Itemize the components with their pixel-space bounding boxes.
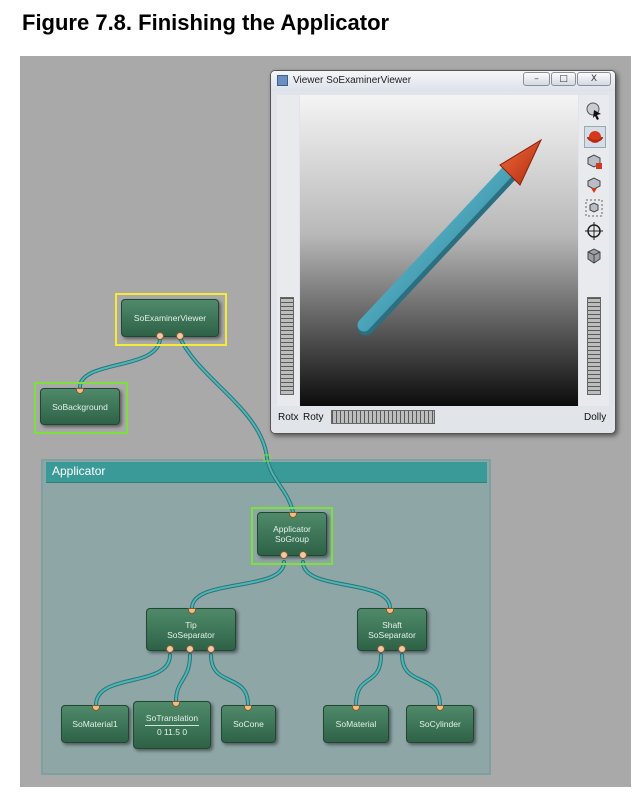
node-label: Applicator	[273, 524, 311, 534]
node-label: SoMaterial	[335, 719, 377, 729]
cylinder-shape	[357, 164, 519, 336]
output-port[interactable]	[176, 332, 184, 340]
node-divider	[145, 725, 199, 726]
home-button[interactable]	[584, 151, 604, 171]
node-type: SoSeparator	[167, 629, 215, 640]
view-all-button[interactable]	[584, 198, 604, 218]
maximize-button[interactable]: □	[551, 72, 576, 86]
figure-caption: Figure 7.8. Finishing the Applicator	[22, 10, 390, 35]
output-port[interactable]	[156, 332, 164, 340]
dolly-thumbwheel[interactable]	[587, 297, 601, 395]
output-port[interactable]	[207, 645, 215, 653]
viewer-title: Viewer SoExaminerViewer	[293, 75, 412, 86]
node-so-translation[interactable]: SoTranslation 0 11.5 0	[133, 701, 211, 749]
output-port[interactable]	[280, 551, 288, 559]
set-home-icon	[587, 177, 601, 193]
node-type: SoSeparator	[368, 629, 416, 640]
node-label: SoMaterial1	[72, 719, 118, 729]
minimize-icon: –	[534, 74, 539, 84]
app-window-icon	[277, 75, 288, 86]
rendered-model	[357, 138, 543, 336]
minimize-button[interactable]: –	[523, 72, 550, 86]
group-title: Applicator	[52, 464, 106, 478]
node-shaft-soseparator[interactable]: Shaft SoSeparator	[357, 608, 427, 651]
rotate-view-icon	[587, 131, 603, 143]
output-port[interactable]	[166, 645, 174, 653]
close-icon: X	[590, 74, 598, 84]
maximize-icon: □	[559, 74, 568, 84]
node-label: SoCylinder	[419, 719, 461, 729]
output-port[interactable]	[186, 645, 194, 653]
node-so-examiner-viewer[interactable]: SoExaminerViewer	[121, 299, 219, 337]
projection-button[interactable]	[584, 246, 604, 266]
render-area[interactable]	[300, 95, 578, 406]
roty-thumbwheel[interactable]	[331, 410, 435, 424]
view-all-icon	[585, 199, 603, 217]
group-header[interactable]	[46, 462, 487, 483]
node-type: SoGroup	[274, 534, 310, 544]
pick-arrow-icon	[586, 102, 601, 120]
rotx-thumbwheel[interactable]	[280, 297, 294, 395]
seek-icon	[585, 222, 603, 240]
pick-arrow-button[interactable]	[584, 101, 604, 121]
set-home-button[interactable]	[584, 175, 604, 195]
home-icon	[587, 154, 602, 169]
output-port[interactable]	[377, 645, 385, 653]
node-label: SoCone	[233, 719, 264, 729]
viewer-titlebar[interactable]: Viewer SoExaminerViewer – □ X	[271, 71, 615, 91]
dolly-label: Dolly	[584, 412, 607, 423]
node-label: Tip	[185, 619, 197, 630]
translation-value: 0 11.5 0	[156, 727, 188, 737]
viewer-window[interactable]: Viewer SoExaminerViewer – □ X Rotx Roty …	[270, 70, 616, 434]
node-label: SoExaminerViewer	[133, 313, 207, 323]
output-port[interactable]	[299, 551, 307, 559]
node-label: Shaft	[382, 619, 402, 630]
close-button[interactable]: X	[577, 72, 611, 86]
rotate-view-button[interactable]	[584, 126, 606, 148]
output-port[interactable]	[398, 645, 406, 653]
node-label: SoBackground	[52, 401, 108, 412]
roty-label: Roty	[303, 412, 324, 423]
rotx-label: Rotx	[278, 412, 299, 423]
seek-button[interactable]	[584, 221, 604, 241]
node-applicator-sogroup[interactable]: Applicator SoGroup	[257, 512, 327, 556]
node-label: SoTranslation	[145, 713, 199, 723]
projection-cube-icon	[587, 248, 601, 264]
